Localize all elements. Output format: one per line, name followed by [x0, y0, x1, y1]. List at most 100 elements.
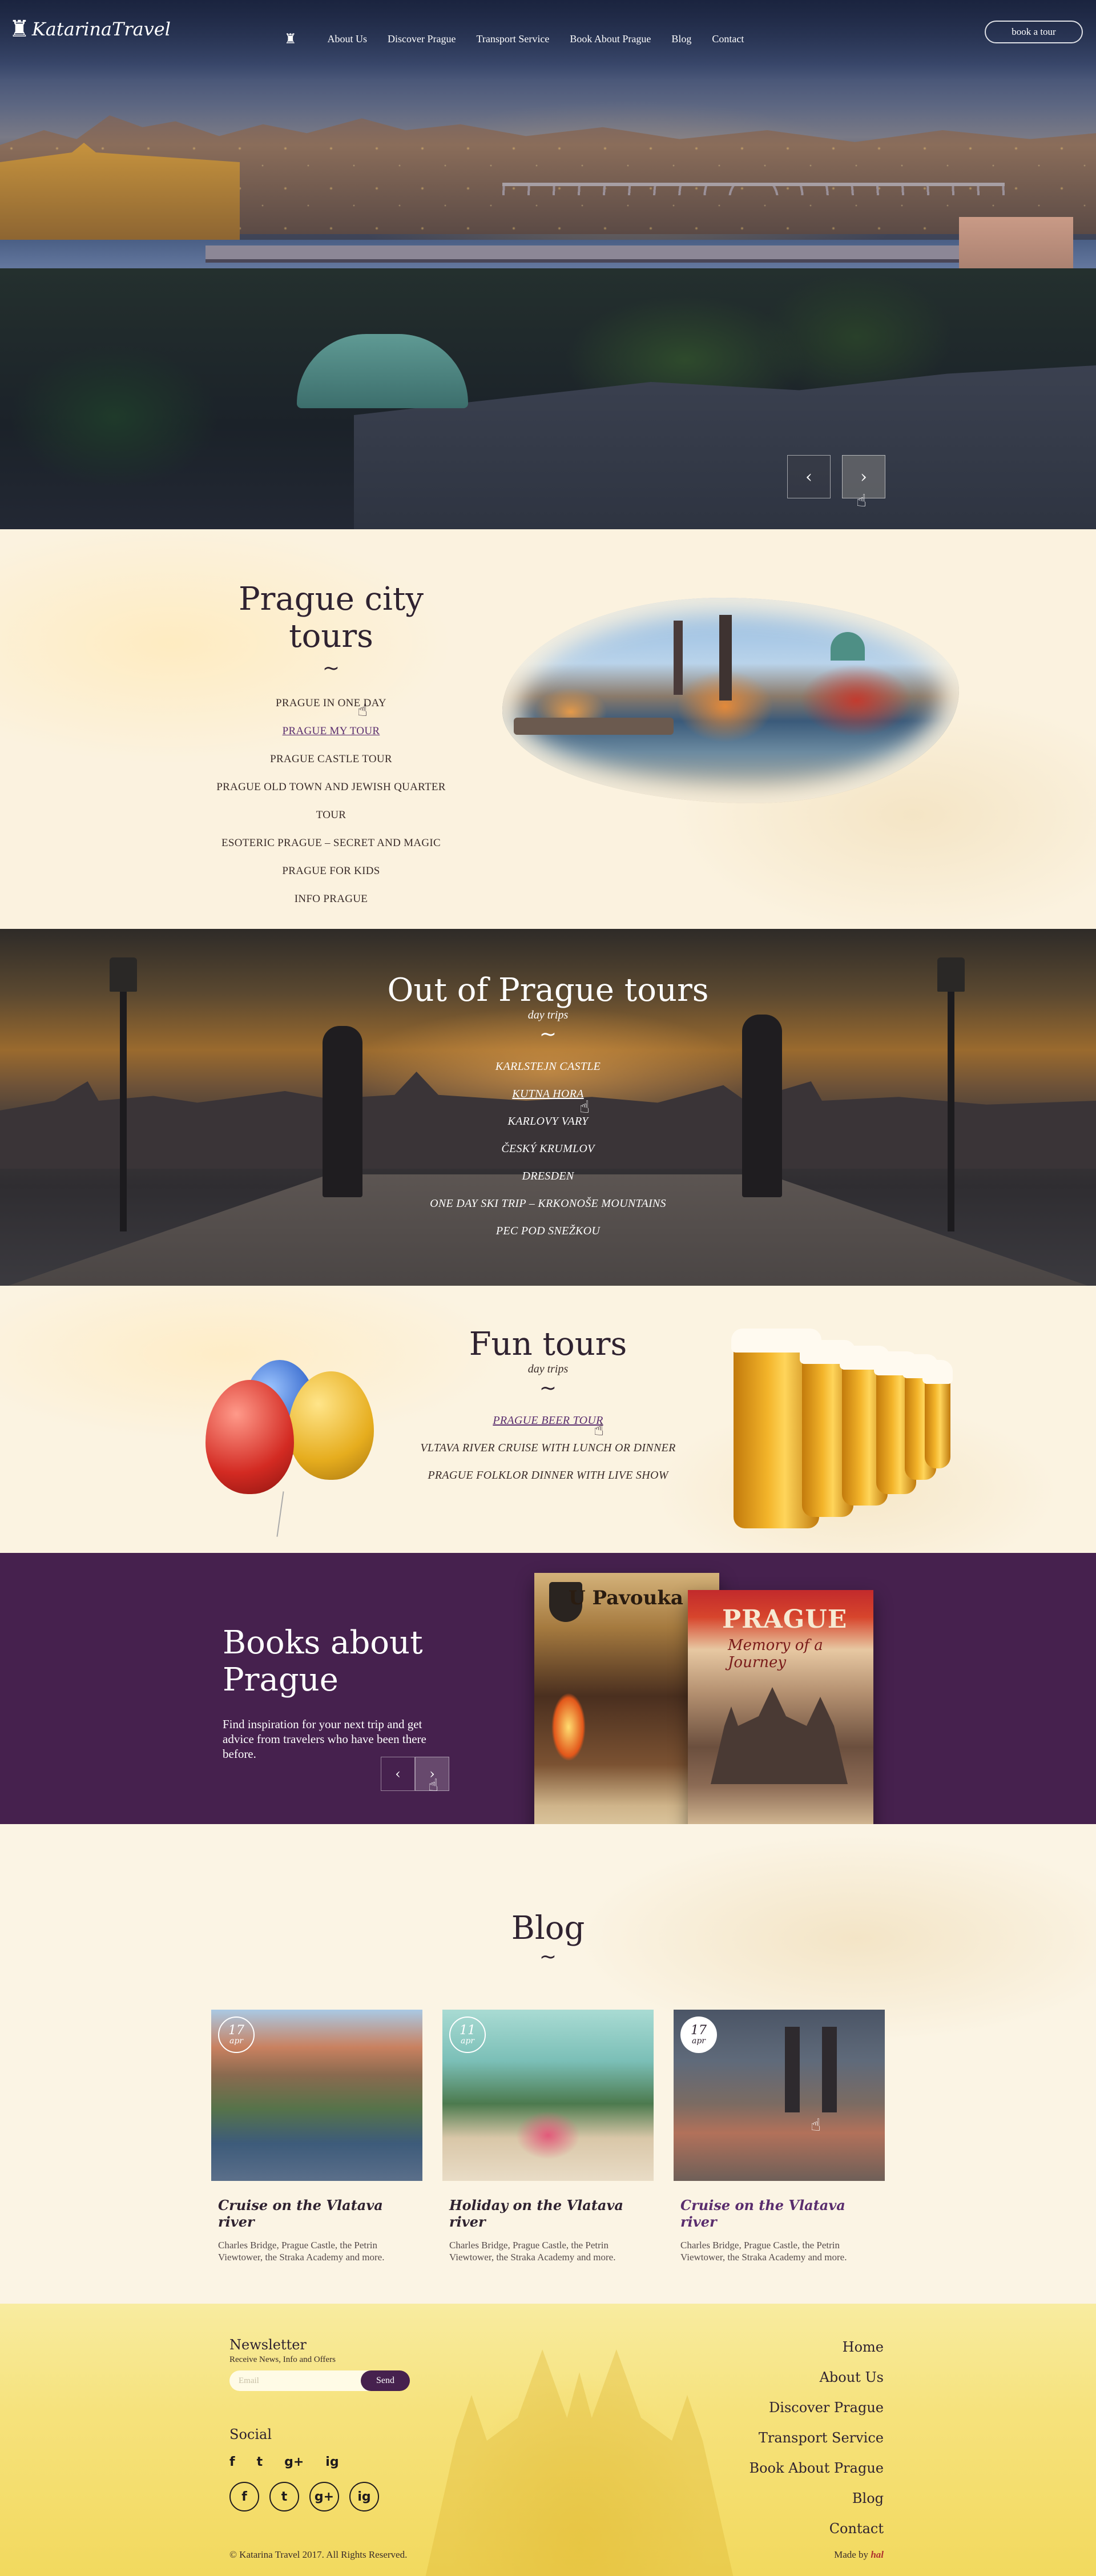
newsletter-title: Newsletter — [229, 2337, 307, 2353]
books-title: Books about Prague — [223, 1624, 423, 1698]
out-tour-item[interactable]: PEC POD SNEŽKOU — [377, 1217, 719, 1245]
made-by: Made by hal — [834, 2549, 884, 2561]
blog-card-excerpt: Charles Bridge, Prague Castle, the Petri… — [449, 2240, 616, 2263]
top-navigation-bar: ♜ KatarinaTravel ♜ About Us Discover Pra… — [0, 0, 1096, 80]
instagram-circle-icon[interactable]: ig — [349, 2482, 379, 2511]
book2-title: PRAGUE — [722, 1605, 848, 1634]
footer-nav-about-us[interactable]: About Us — [749, 2362, 884, 2393]
fun-tours-subtitle: day trips — [527, 1363, 569, 1375]
out-tour-item[interactable]: ČESKÝ KRUMLOV — [377, 1135, 719, 1162]
city-tour-item[interactable]: PRAGUE CASTLE TOUR — [206, 745, 457, 773]
pointer-hand-icon: ☝ — [811, 2115, 821, 2135]
fun-tours-section: Fun tours day trips ~ PRAGUE BEER TOUR V… — [0, 1286, 1096, 1553]
hero-prev-arrow-icon[interactable]: ‹ — [787, 455, 831, 498]
nav-blog[interactable]: Blog — [671, 33, 691, 45]
image-spire — [674, 621, 683, 695]
blog-card[interactable]: 17 apr ☝ Cruise on the Vlatava river Cha… — [674, 2010, 885, 2263]
google-plus-circle-icon[interactable]: g+ — [309, 2482, 339, 2511]
newsletter-subtitle: Receive News, Info and Offers — [229, 2355, 336, 2364]
newsletter: Newsletter Receive News, Info and Offers… — [229, 2337, 410, 2391]
blog-card-image[interactable]: 17 apr ☝ — [674, 2010, 885, 2181]
out-tour-item[interactable]: KUTNA HORA — [377, 1080, 719, 1108]
out-tour-item[interactable]: KARLOVY VARY — [377, 1108, 719, 1135]
books-slider-controls: ‹ › — [381, 1757, 449, 1791]
nav-about-us[interactable]: About Us — [328, 33, 368, 45]
footer-nav-book-about-prague[interactable]: Book About Prague — [749, 2453, 884, 2484]
home-castle-icon[interactable]: ♜ — [284, 31, 297, 47]
blog-card-title[interactable]: Cruise on the Vlatava river — [680, 2197, 885, 2230]
books-prev-arrow-icon[interactable]: ‹ — [381, 1757, 415, 1791]
book-spires-illustration — [711, 1687, 848, 1784]
blog-card[interactable]: 17 apr Cruise on the Vlatava river Charl… — [211, 2010, 422, 2263]
made-by-brand[interactable]: hal — [871, 2549, 884, 2560]
prague-watercolor-image — [502, 598, 959, 803]
email-field[interactable] — [229, 2370, 372, 2391]
footer-nav-home[interactable]: Home — [749, 2332, 884, 2362]
blog-title: Blog — [511, 1910, 585, 1947]
book-a-tour-button[interactable]: book a tour — [985, 21, 1083, 43]
google-plus-icon[interactable]: g+ — [284, 2455, 304, 2469]
books-section: Books about Prague Find inspiration for … — [0, 1553, 1096, 1861]
send-button[interactable]: Send — [361, 2370, 410, 2391]
blog-card-image[interactable]: 11 apr — [442, 2010, 654, 2181]
pointer-hand-icon: ☝ — [357, 701, 368, 721]
city-tour-item[interactable]: PRAGUE OLD TOWN AND JEWISH QUARTER TOUR — [206, 773, 457, 829]
footer: Newsletter Receive News, Info and Offers… — [0, 2304, 1096, 2576]
city-tour-item[interactable]: PRAGUE IN ONE DAY — [206, 689, 457, 717]
logo-text: KatarinaTravel — [31, 18, 171, 40]
nav-book-about-prague[interactable]: Book About Prague — [570, 33, 651, 45]
footer-nav-contact[interactable]: Contact — [749, 2514, 884, 2544]
social-title: Social — [229, 2426, 272, 2442]
nav-discover-prague[interactable]: Discover Prague — [388, 33, 456, 45]
out-of-prague-section: Out of Prague tours day trips ~ KARLSTEJ… — [0, 929, 1096, 1286]
city-tour-item[interactable]: INFO PRAGUE — [206, 885, 457, 913]
social-links-small: f t g+ ig — [229, 2455, 379, 2469]
footer-nav-blog[interactable]: Blog — [749, 2484, 884, 2514]
twitter-icon[interactable]: t — [257, 2455, 263, 2469]
out-tour-item[interactable]: ONE DAY SKI TRIP – KRKONOŠE MOUNTAINS — [377, 1190, 719, 1217]
city-tour-item[interactable]: ESOTERIC PRAGUE – SECRET AND MAGIC — [206, 829, 457, 857]
fun-tour-item[interactable]: PRAGUE BEER TOUR — [377, 1407, 719, 1434]
image-bridge — [514, 718, 674, 735]
logo-castle-icon: ♜ — [9, 16, 30, 42]
title-flourish-icon: ~ — [322, 657, 340, 680]
blog-card-title[interactable]: Cruise on the Vlatava river — [218, 2197, 422, 2230]
main-nav: ♜ About Us Discover Prague Transport Ser… — [284, 31, 744, 47]
fun-tour-item[interactable]: VLTAVA RIVER CRUISE WITH LUNCH OR DINNER — [377, 1434, 719, 1462]
blog-card-title[interactable]: Holiday on the Vlatava river — [449, 2197, 654, 2230]
city-tours-title: Prague city tours — [238, 581, 424, 655]
city-tours-section: Prague city tours ~ PRAGUE IN ONE DAY PR… — [0, 529, 1096, 929]
statue — [323, 1026, 362, 1197]
books-column: Books about Prague Find inspiration for … — [223, 1624, 508, 1761]
nav-contact[interactable]: Contact — [712, 33, 744, 45]
books-description: Find inspiration for your next trip and … — [223, 1717, 426, 1761]
statue — [742, 1015, 782, 1197]
logo[interactable]: ♜ KatarinaTravel — [9, 16, 171, 42]
out-tour-item[interactable]: DRESDEN — [377, 1162, 719, 1190]
pointer-hand-icon: ☝ — [579, 1097, 590, 1117]
date-badge: 11 apr — [449, 2016, 486, 2053]
nav-transport-service[interactable]: Transport Service — [477, 33, 550, 45]
out-of-prague-title: Out of Prague tours — [387, 972, 709, 1009]
blog-card[interactable]: 11 apr Holiday on the Vlatava river Char… — [442, 2010, 654, 2263]
pointer-hand-icon: ☝ — [856, 491, 867, 511]
title-flourish-icon: ~ — [539, 1945, 557, 1969]
blog-card-image[interactable]: 17 apr — [211, 2010, 422, 2181]
city-tour-item[interactable]: PRAGUE FOR KIDS — [206, 857, 457, 885]
twitter-circle-icon[interactable]: t — [269, 2482, 299, 2511]
beer-glass — [922, 1360, 953, 1468]
out-of-prague-column: Out of Prague tours day trips ~ KARLSTEJ… — [377, 972, 719, 1245]
out-tour-item[interactable]: KARLSTEJN CASTLE — [377, 1053, 719, 1080]
city-tour-item[interactable]: PRAGUE MY TOUR — [206, 717, 457, 745]
fun-tours-title: Fun tours — [469, 1326, 627, 1363]
facebook-icon[interactable]: f — [229, 2455, 235, 2469]
instagram-icon[interactable]: ig — [325, 2455, 339, 2469]
facebook-circle-icon[interactable]: f — [229, 2482, 259, 2511]
footer-nav-discover-prague[interactable]: Discover Prague — [749, 2393, 884, 2423]
fun-tour-item[interactable]: PRAGUE FOLKLOR DINNER WITH LIVE SHOW — [377, 1462, 719, 1489]
title-flourish-icon: ~ — [539, 1023, 557, 1046]
book-cover-prague[interactable]: PRAGUE Memory of a Journey EN — [688, 1590, 873, 1861]
date-badge: 17 apr — [680, 2016, 717, 2053]
footer-nav-transport-service[interactable]: Transport Service — [749, 2423, 884, 2453]
copyright: © Katarina Travel 2017. All Rights Reser… — [229, 2549, 408, 2560]
